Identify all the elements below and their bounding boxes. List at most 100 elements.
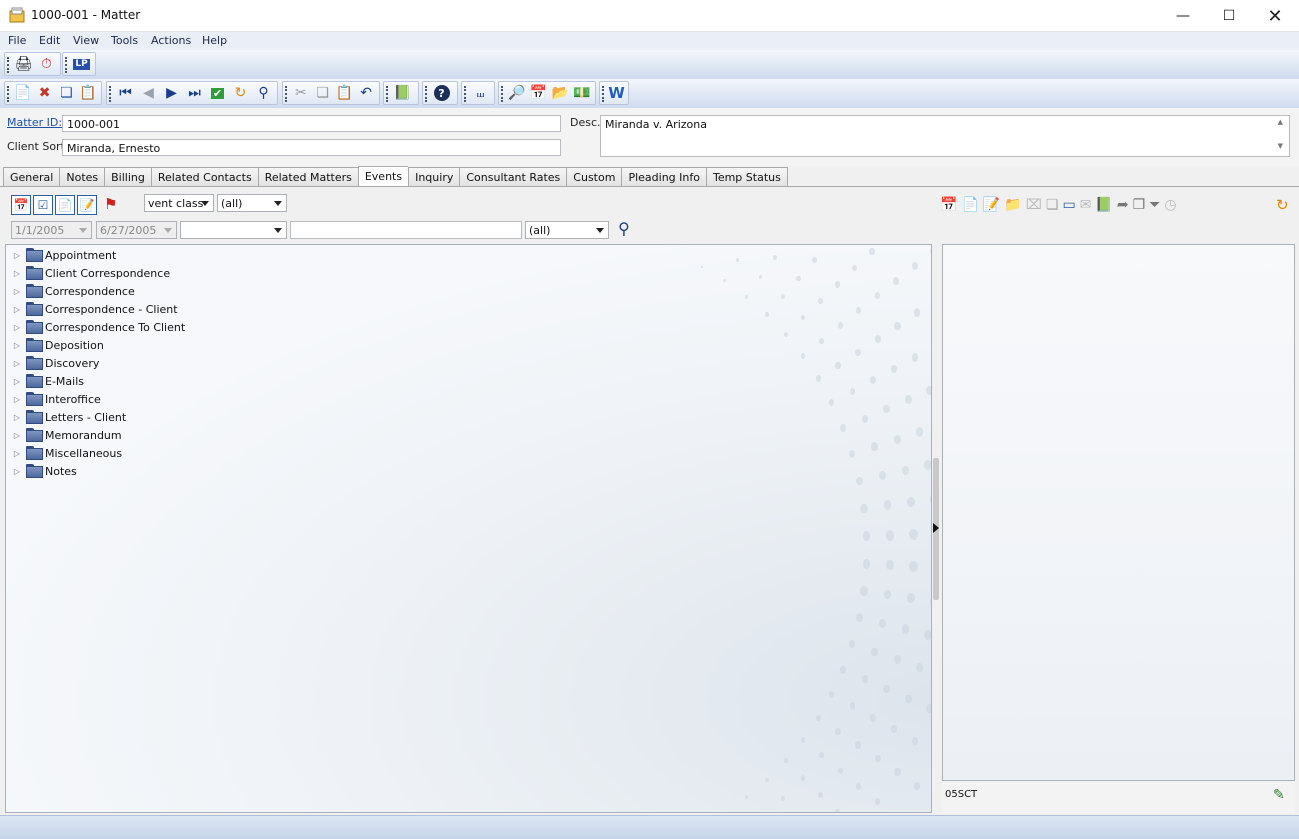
task-view-icon[interactable]: ☑ (33, 195, 53, 215)
export-icon[interactable]: ➦ (1117, 197, 1129, 213)
expand-arrow-icon[interactable]: ▷ (8, 426, 26, 444)
expand-arrow-icon[interactable]: ▷ (8, 300, 26, 318)
copy-record-icon[interactable]: ❏ (57, 83, 77, 104)
tab-general[interactable]: General (3, 167, 60, 187)
menu-view[interactable]: View (73, 34, 99, 47)
description-field[interactable]: Miranda v. Arizona ▲ ▼ (600, 115, 1290, 157)
delete-event-icon[interactable]: ⌧ (1026, 197, 1042, 213)
ruler-icon[interactable]: ⧢ (470, 83, 491, 104)
expand-arrow-icon[interactable]: ▷ (8, 282, 26, 300)
tree-node[interactable]: ▷ Appointment (8, 246, 116, 264)
refresh-icon[interactable]: ↻ (230, 83, 251, 104)
collapse-arrow-icon[interactable] (933, 523, 939, 533)
expand-arrow-icon[interactable]: ▷ (8, 246, 26, 264)
event-class-combo[interactable]: vent class (144, 194, 214, 212)
calendar-view-icon[interactable]: 📅 (11, 195, 31, 215)
close-button[interactable]: ✕ (1252, 0, 1298, 32)
tree-node[interactable]: ▷ Client Correspondence (8, 264, 170, 282)
timer-icon[interactable]: ⏱ (36, 54, 57, 75)
tree-node[interactable]: ▷ E-Mails (8, 372, 84, 390)
previous-record-icon[interactable]: ◀ (138, 83, 159, 104)
expand-arrow-icon[interactable]: ▷ (8, 372, 26, 390)
event-type-combo[interactable] (180, 221, 287, 239)
copy-event-icon[interactable]: ❏ (1046, 197, 1059, 213)
date-to-combo[interactable]: 6/27/2005 (96, 221, 177, 239)
client-sort-field[interactable]: Miranda, Ernesto (62, 139, 561, 156)
refresh-events-icon[interactable]: ↻ (1276, 196, 1289, 214)
expand-arrow-icon[interactable]: ▷ (8, 444, 26, 462)
flag-icon[interactable]: ⚑ (104, 195, 117, 213)
event-status-combo[interactable]: (all) (525, 221, 609, 239)
folder-icon[interactable]: 📁 (1004, 197, 1021, 213)
expand-arrow-icon[interactable]: ▷ (8, 390, 26, 408)
expand-arrow-icon[interactable]: ▷ (8, 336, 26, 354)
tab-custom[interactable]: Custom (566, 167, 622, 187)
tree-node[interactable]: ▷ Deposition (8, 336, 104, 354)
menu-actions[interactable]: Actions (151, 34, 191, 47)
email-icon[interactable]: ✉ (1080, 197, 1092, 213)
event-class-filter[interactable]: (all) (217, 194, 287, 212)
notebook-icon[interactable]: 📗 (392, 83, 413, 104)
maximize-button[interactable]: ☐ (1206, 0, 1252, 32)
tree-node[interactable]: ▷ Letters - Client (8, 408, 126, 426)
lp-icon[interactable]: LP (71, 54, 92, 75)
tab-consultant-rates[interactable]: Consultant Rates (459, 167, 567, 187)
cut-icon[interactable]: ✂ (291, 83, 311, 104)
billing-icon[interactable]: 💵 (572, 83, 592, 104)
new-document-icon[interactable]: 📄 (961, 197, 978, 213)
scroll-down-icon[interactable]: ▼ (1278, 142, 1283, 150)
tab-related-matters[interactable]: Related Matters (257, 167, 358, 187)
clock-icon[interactable]: ◷ (1164, 197, 1176, 213)
date-from-combo[interactable]: 1/1/2005 (11, 221, 92, 239)
expand-arrow-icon[interactable]: ▷ (8, 264, 26, 282)
tree-node[interactable]: ▷ Miscellaneous (8, 444, 122, 462)
first-record-icon[interactable]: ⏮ (115, 83, 136, 104)
last-record-icon[interactable]: ⏭ (184, 83, 205, 104)
expand-arrow-icon[interactable]: ▷ (8, 354, 26, 372)
new-appointment-icon[interactable]: 📅 (940, 197, 957, 213)
print-icon[interactable]: 🖨 (13, 54, 34, 75)
new-record-icon[interactable]: 📄 (13, 83, 33, 104)
tab-inquiry[interactable]: Inquiry (408, 167, 460, 187)
edit-note-icon[interactable]: ✎ (1273, 787, 1285, 803)
tree-node[interactable]: ▷ Correspondence - Client (8, 300, 178, 318)
matter-id-field[interactable]: 1000-001 (62, 115, 561, 132)
save-check-icon[interactable]: ✔ (207, 83, 228, 104)
tree-node[interactable]: ▷ Notes (8, 462, 77, 480)
help-icon[interactable]: ? (431, 83, 452, 104)
tree-node[interactable]: ▷ Memorandum (8, 426, 122, 444)
paste-record-icon[interactable]: 📋 (78, 83, 98, 104)
new-note-icon[interactable]: 📝 (983, 197, 1000, 213)
tree-node[interactable]: ▷ Correspondence To Client (8, 318, 185, 336)
tab-events[interactable]: Events (357, 166, 409, 187)
tab-temp-status[interactable]: Temp Status (705, 167, 788, 187)
note-view-icon[interactable]: 📝 (77, 195, 97, 215)
next-record-icon[interactable]: ▶ (161, 83, 182, 104)
undo-icon[interactable]: ↶ (356, 83, 376, 104)
move-down-icon[interactable]: ⏷ (1149, 197, 1160, 213)
word-icon[interactable]: W (608, 83, 625, 104)
tab-billing[interactable]: Billing (104, 167, 151, 187)
minimize-button[interactable]: — (1160, 0, 1206, 32)
matter-id-link[interactable]: Matter ID: (7, 116, 62, 129)
delete-record-icon[interactable]: ✖ (35, 83, 55, 104)
expand-arrow-icon[interactable]: ▷ (8, 408, 26, 426)
scroll-up-icon[interactable]: ▲ (1278, 118, 1283, 126)
menu-edit[interactable]: Edit (39, 34, 60, 47)
menu-tools[interactable]: Tools (111, 34, 138, 47)
expand-arrow-icon[interactable]: ▷ (8, 318, 26, 336)
duplicate-icon[interactable]: ❐ (1133, 197, 1146, 213)
notebook-event-icon[interactable]: 📗 (1095, 197, 1112, 213)
find-icon[interactable]: ⚲ (253, 83, 274, 104)
tab-notes[interactable]: Notes (59, 167, 105, 187)
paste-icon[interactable]: 📋 (335, 83, 355, 104)
menu-help[interactable]: Help (202, 34, 227, 47)
tab-pleading-info[interactable]: Pleading Info (621, 167, 706, 187)
card-icon[interactable]: ▭ (1062, 197, 1075, 213)
tree-node[interactable]: ▷ Discovery (8, 354, 99, 372)
document-view-icon[interactable]: 📄 (55, 195, 75, 215)
lookup-icon[interactable]: 🔎 (507, 83, 527, 104)
event-search-field[interactable] (290, 221, 522, 239)
tab-related-contacts[interactable]: Related Contacts (150, 167, 258, 187)
expand-arrow-icon[interactable]: ▷ (8, 462, 26, 480)
